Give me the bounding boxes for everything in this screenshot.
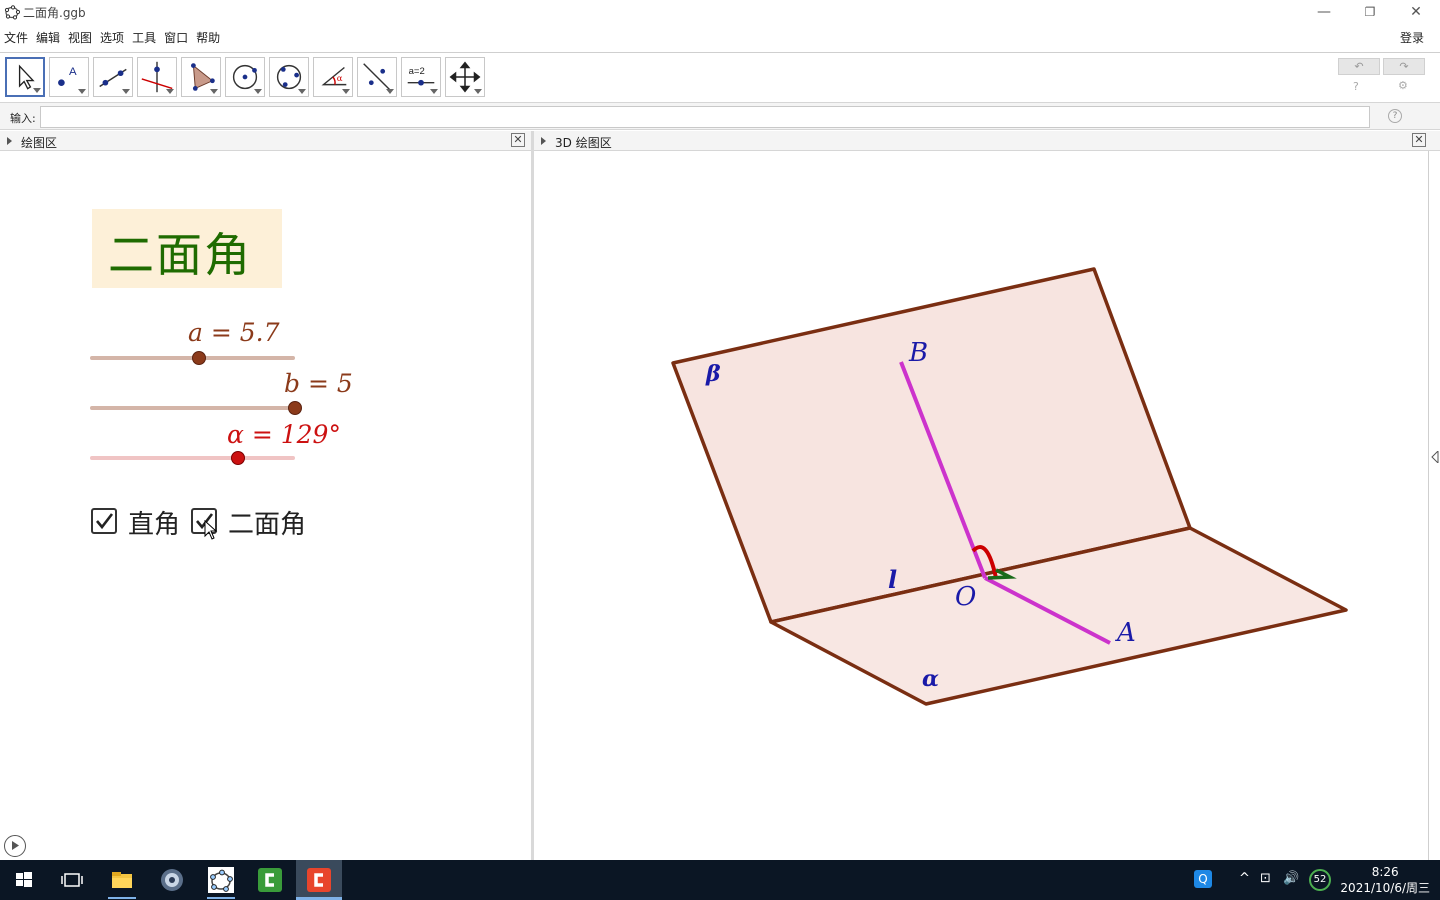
redo-button[interactable]: ↷ xyxy=(1383,58,1425,75)
menu-tools[interactable]: 工具 xyxy=(132,29,156,46)
label-point-o: O xyxy=(955,582,976,612)
graphics3d-panel-header: 3D 绘图区 ✕ xyxy=(534,131,1440,151)
camtasia-icon[interactable] xyxy=(256,866,284,894)
menu-options[interactable]: 选项 xyxy=(100,29,124,46)
reflect-tool[interactable] xyxy=(357,57,397,97)
menu-bar: 文件 编辑 视图 选项 工具 窗口 帮助 登录 xyxy=(0,26,1440,48)
move-view-tool[interactable] xyxy=(445,57,485,97)
close-window-button[interactable]: ✕ xyxy=(1393,0,1439,24)
file-explorer-icon[interactable] xyxy=(108,866,136,894)
menu-help[interactable]: 帮助 xyxy=(196,29,220,46)
minimize-button[interactable]: — xyxy=(1301,0,1347,24)
clock-date: 2021/10/6/周三 xyxy=(1340,881,1430,895)
restore-icon: ❐ xyxy=(1364,5,1376,19)
slider-alpha-label: α = 129° xyxy=(227,420,341,449)
taskbar: Q ^ ⊡ 🔊 52 8:26 2021/10/6/周三 xyxy=(0,860,1440,900)
line-tool[interactable] xyxy=(93,57,133,97)
title-bar: 二面角.ggb — ❐ ✕ xyxy=(0,0,1440,24)
point-tool[interactable]: A xyxy=(49,57,89,97)
camtasia-recorder-icon[interactable] xyxy=(305,866,333,894)
menu-edit[interactable]: 编辑 xyxy=(36,29,60,46)
slider-b-handle[interactable] xyxy=(288,401,302,415)
login-link[interactable]: 登录 xyxy=(1400,29,1424,46)
slider-a-handle[interactable] xyxy=(191,351,206,365)
active-app-indicator xyxy=(207,897,235,899)
slider-tool[interactable]: a=2 xyxy=(401,57,441,97)
graphics3d-canvas[interactable]: β α B A O l xyxy=(534,151,1428,860)
play-animation-button[interactable] xyxy=(4,835,26,857)
label-beta: β xyxy=(705,361,721,387)
menu-view[interactable]: 视图 xyxy=(68,29,92,46)
right-angle-checkbox-label: 直角 xyxy=(128,510,181,540)
side-collapse-strip[interactable] xyxy=(1428,151,1440,860)
volume-icon[interactable]: 🔊 xyxy=(1283,871,1299,886)
help-icon[interactable]: ? xyxy=(1353,80,1359,93)
browser-icon[interactable] xyxy=(158,866,186,894)
active-app-indicator xyxy=(108,897,136,899)
graphics-panel-header: 绘图区 ✕ xyxy=(0,131,531,151)
dihedral-angle-checkbox-label: 二面角 xyxy=(228,510,307,540)
polygon-tool[interactable] xyxy=(181,57,221,97)
input-label: 输入: xyxy=(10,112,36,125)
label-line-l: l xyxy=(888,565,897,594)
menu-file[interactable]: 文件 xyxy=(4,29,28,46)
minimize-icon: — xyxy=(1317,4,1331,20)
svg-text:A: A xyxy=(69,66,77,78)
checkmark-icon xyxy=(96,513,114,530)
battery-badge-icon[interactable]: 52 xyxy=(1309,869,1331,891)
graphics-panel-title: 绘图区 xyxy=(21,136,58,150)
svg-text:a=2: a=2 xyxy=(409,66,425,77)
slider-alpha-track[interactable] xyxy=(90,456,295,460)
window-title: 二面角.ggb xyxy=(23,6,86,20)
restore-button[interactable]: ❐ xyxy=(1347,0,1393,24)
toolbar: A α a=2 ↶ ↷ ? ⚙ xyxy=(0,52,1440,102)
slider-alpha-handle[interactable] xyxy=(230,451,245,465)
menu-window[interactable]: 窗口 xyxy=(164,29,188,46)
play-icon xyxy=(12,841,19,850)
slider-b-track[interactable] xyxy=(90,406,295,410)
svg-text:α: α xyxy=(337,74,343,84)
clock[interactable]: 8:26 2021/10/6/周三 xyxy=(1340,864,1430,896)
geogebra-app-icon xyxy=(4,5,20,20)
heading-box: 二面角 xyxy=(92,209,282,288)
label-alpha: α xyxy=(922,666,939,692)
input-help-icon[interactable]: ? xyxy=(1388,109,1402,123)
close-icon: ✕ xyxy=(1410,4,1422,20)
windows-start-icon[interactable] xyxy=(10,866,38,894)
geogebra-icon[interactable] xyxy=(207,866,235,894)
command-input[interactable] xyxy=(40,106,1370,128)
qq-tray-icon[interactable]: Q xyxy=(1194,870,1212,888)
close-graphics-panel-button[interactable]: ✕ xyxy=(511,133,525,147)
circle-tool[interactable] xyxy=(225,57,265,97)
panel-toggle-arrow-icon[interactable] xyxy=(7,137,12,145)
slider-a-label: a = 5.7 xyxy=(188,318,280,347)
panel3d-toggle-arrow-icon[interactable] xyxy=(541,137,546,145)
slider-b-label: b = 5 xyxy=(284,369,353,398)
settings-gear-icon[interactable]: ⚙ xyxy=(1398,79,1408,92)
menu-list: 文件 编辑 视图 选项 工具 窗口 帮助 xyxy=(4,29,228,46)
undo-button[interactable]: ↶ xyxy=(1338,58,1380,75)
input-bar: 输入: ? xyxy=(0,102,1440,130)
task-view-icon[interactable] xyxy=(58,866,86,894)
angle-tool[interactable]: α xyxy=(313,57,353,97)
tray-chevron-icon[interactable]: ^ xyxy=(1239,871,1250,886)
perpendicular-tool[interactable] xyxy=(137,57,177,97)
right-angle-checkbox[interactable] xyxy=(91,508,117,534)
label-point-b: B xyxy=(908,338,928,368)
heading-text: 二面角 xyxy=(108,228,252,282)
expand-left-arrow-icon[interactable] xyxy=(1431,451,1439,463)
graphics3d-panel-title: 3D 绘图区 xyxy=(555,136,612,150)
mouse-cursor-icon xyxy=(204,520,218,540)
label-point-a: A xyxy=(1115,618,1136,648)
clock-time: 8:26 xyxy=(1371,865,1399,879)
close-graphics3d-panel-button[interactable]: ✕ xyxy=(1412,133,1426,147)
circle-three-points-tool[interactable] xyxy=(269,57,309,97)
move-tool[interactable] xyxy=(5,57,45,97)
network-icon[interactable]: ⊡ xyxy=(1260,871,1271,886)
